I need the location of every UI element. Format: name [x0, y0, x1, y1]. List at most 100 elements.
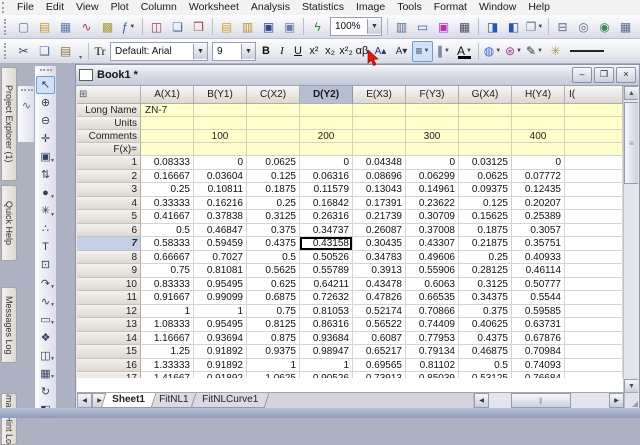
cell-E-4[interactable]: 0.17391: [353, 197, 406, 211]
param-cell-D[interactable]: [300, 143, 353, 156]
chevron-down-icon[interactable]: ▼: [537, 48, 543, 54]
cell-I-11[interactable]: [565, 291, 623, 305]
cell-G-12[interactable]: 0.375: [459, 305, 512, 319]
save-template-icon[interactable]: ▣: [279, 16, 300, 37]
chevron-down-icon[interactable]: ▼: [50, 284, 55, 290]
cell-B-10[interactable]: 0.95495: [194, 278, 247, 292]
cell-I-16[interactable]: [565, 359, 623, 373]
italic-button[interactable]: I: [274, 45, 290, 57]
column-header-F[interactable]: F(Y3): [406, 86, 459, 104]
rectangle-tool-icon[interactable]: ▭▼: [36, 310, 55, 328]
pointer-tool-icon[interactable]: ↖: [36, 76, 55, 94]
select-all-corner[interactable]: ⊞: [77, 86, 141, 104]
cell-I-15[interactable]: [565, 345, 623, 359]
cell-G-10[interactable]: 0.3125: [459, 278, 512, 292]
cell-F-1[interactable]: 0: [406, 156, 459, 170]
cell-C-14[interactable]: 0.875: [247, 332, 300, 346]
cell-F-14[interactable]: 0.77953: [406, 332, 459, 346]
cell-I-7[interactable]: [565, 237, 623, 251]
scroll-up-button[interactable]: ▲: [624, 86, 638, 100]
menu-item-help[interactable]: Help: [522, 0, 556, 15]
palette-icon[interactable]: ⊛▼: [503, 41, 524, 62]
cell-H-5[interactable]: 0.25389: [512, 210, 565, 224]
highlight-icon[interactable]: ✳: [545, 41, 566, 62]
cell-I-9[interactable]: [565, 264, 623, 278]
refresh-screen-icon[interactable]: ▭: [412, 16, 433, 37]
cut-icon[interactable]: ✂: [13, 41, 34, 62]
menu-item-plot[interactable]: Plot: [105, 0, 135, 15]
cell-B-7[interactable]: 0.59459: [194, 237, 247, 251]
cell-F-7[interactable]: 0.43307: [406, 237, 459, 251]
cell-I-6[interactable]: [565, 224, 623, 238]
paste-icon[interactable]: ▤: [55, 41, 76, 62]
chevron-down-icon[interactable]: ▼: [50, 374, 55, 380]
horizontal-scrollbar[interactable]: ◀ ∥ ▶: [473, 393, 624, 408]
cell-G-13[interactable]: 0.40625: [459, 318, 512, 332]
cell-D-5[interactable]: 0.26316: [300, 210, 353, 224]
param-cell-G[interactable]: [459, 130, 512, 143]
cell-A-8[interactable]: 0.66667: [141, 251, 194, 265]
column-header-H[interactable]: H(Y4): [512, 86, 565, 104]
param-cell-A[interactable]: [141, 130, 194, 143]
window-resize-grip[interactable]: ◢: [624, 393, 638, 408]
cell-F-8[interactable]: 0.49606: [406, 251, 459, 265]
horizontal-scroll-thumb[interactable]: ∥: [511, 393, 571, 408]
param-cell-B[interactable]: [194, 104, 247, 117]
cell-B-1[interactable]: 0: [194, 156, 247, 170]
new-layout-icon[interactable]: ◫: [146, 16, 167, 37]
cell-E-11[interactable]: 0.47826: [353, 291, 406, 305]
cell-C-3[interactable]: 0.1875: [247, 183, 300, 197]
open-template-icon[interactable]: ▥: [237, 16, 258, 37]
cell-B-4[interactable]: 0.16216: [194, 197, 247, 211]
graph-window-tool-icon[interactable]: ◫▼: [36, 346, 55, 364]
menu-item-window[interactable]: Window: [473, 0, 522, 15]
cell-E-15[interactable]: 0.65217: [353, 345, 406, 359]
chevron-down-icon[interactable]: ▼: [50, 158, 55, 164]
cell-E-3[interactable]: 0.13043: [353, 183, 406, 197]
row-header-6[interactable]: 6: [77, 224, 141, 238]
param-cell-I[interactable]: [565, 104, 623, 117]
vertical-scroll-thumb[interactable]: ≡: [624, 102, 638, 184]
cell-C-10[interactable]: 0.625: [247, 278, 300, 292]
param-cell-H[interactable]: [512, 104, 565, 117]
object-manager-icon[interactable]: ▦: [615, 16, 636, 37]
cell-E-2[interactable]: 0.08696: [353, 170, 406, 184]
duplicate-window-icon[interactable]: ◨: [482, 16, 503, 37]
param-cell-G[interactable]: [459, 117, 512, 130]
cell-G-15[interactable]: 0.46875: [459, 345, 512, 359]
cell-B-14[interactable]: 0.93694: [194, 332, 247, 346]
cell-C-17[interactable]: 1.0625: [247, 372, 300, 378]
cell-A-2[interactable]: 0.16667: [141, 170, 194, 184]
cell-C-2[interactable]: 0.125: [247, 170, 300, 184]
cell-E-14[interactable]: 0.6087: [353, 332, 406, 346]
superscript-button[interactable]: x²: [306, 45, 322, 57]
cell-G-16[interactable]: 0.5: [459, 359, 512, 373]
print-icon[interactable]: ▥: [391, 16, 412, 37]
row-header-10[interactable]: 10: [77, 278, 141, 292]
cell-I-14[interactable]: [565, 332, 623, 346]
cell-G-9[interactable]: 0.28125: [459, 264, 512, 278]
cell-G-2[interactable]: 0.0625: [459, 170, 512, 184]
cell-D-17[interactable]: 0.90526: [300, 372, 353, 378]
duplicate-page-icon[interactable]: ❏: [167, 16, 188, 37]
param-cell-C[interactable]: [247, 143, 300, 156]
cell-F-12[interactable]: 0.70866: [406, 305, 459, 319]
new-project-icon[interactable]: ▢: [13, 16, 34, 37]
cell-I-5[interactable]: [565, 210, 623, 224]
cell-C-12[interactable]: 0.75: [247, 305, 300, 319]
cell-A-7[interactable]: 0.58333: [141, 237, 194, 251]
line-style-preview[interactable]: [570, 50, 604, 52]
cell-A-11[interactable]: 0.91667: [141, 291, 194, 305]
line-color-icon[interactable]: ✎▼: [524, 41, 545, 62]
page-export-icon[interactable]: ❐: [188, 16, 209, 37]
cell-G-17[interactable]: 0.53125: [459, 372, 512, 378]
cell-B-8[interactable]: 0.7027: [194, 251, 247, 265]
close-button[interactable]: ×: [616, 67, 636, 83]
param-cell-C[interactable]: [247, 130, 300, 143]
image-mode-icon[interactable]: ▣: [433, 16, 454, 37]
param-cell-A[interactable]: [141, 117, 194, 130]
param-cell-I[interactable]: [565, 130, 623, 143]
param-cell-B[interactable]: [194, 117, 247, 130]
restore-button[interactable]: ❐: [594, 67, 614, 83]
cell-B-5[interactable]: 0.37838: [194, 210, 247, 224]
